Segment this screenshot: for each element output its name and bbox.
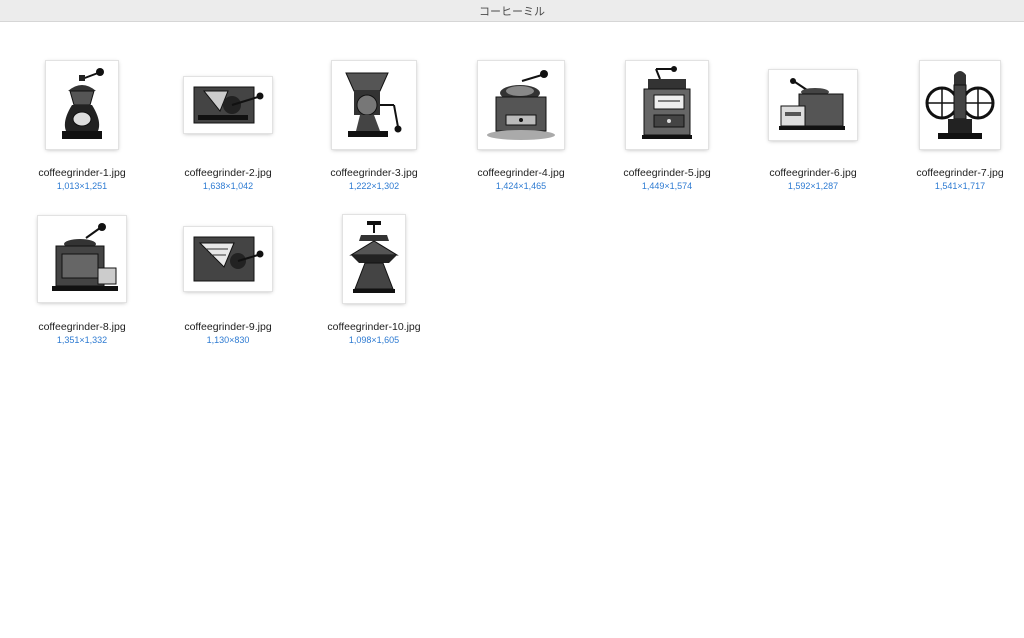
coffee-grinder-wall-icon: [193, 86, 264, 124]
file-name: coffeegrinder-2.jpg: [184, 167, 272, 179]
file-item[interactable]: coffeegrinder-7.jpg 1,541×1,717: [890, 46, 1024, 196]
file-name: coffeegrinder-4.jpg: [477, 167, 565, 179]
file-thumbnail[interactable]: [46, 61, 118, 149]
file-name: coffeegrinder-8.jpg: [38, 321, 126, 333]
file-dimensions: 1,638×1,042: [202, 181, 254, 191]
file-dimensions: 1,449×1,574: [641, 181, 693, 191]
file-name: coffeegrinder-9.jpg: [184, 321, 272, 333]
window-titlebar[interactable]: コーヒーミル: [0, 0, 1024, 22]
file-dimensions: 1,098×1,605: [348, 335, 400, 345]
file-name: coffeegrinder-7.jpg: [916, 167, 1004, 179]
coffee-grinder-box-icon: [52, 223, 118, 291]
file-dimensions: 1,130×830: [206, 335, 250, 345]
coffee-grinder-tall-icon: [62, 68, 104, 139]
file-thumbnail[interactable]: [38, 216, 126, 302]
file-name: coffeegrinder-10.jpg: [327, 321, 421, 333]
file-thumbnail[interactable]: [184, 227, 272, 291]
file-name: coffeegrinder-5.jpg: [623, 167, 711, 179]
coffee-grinder-wheel-icon: [925, 71, 995, 139]
file-thumbnail[interactable]: [769, 70, 857, 140]
coffee-grinder-drawer-icon: [779, 78, 845, 130]
coffee-grinder-cone-icon: [349, 221, 399, 293]
file-name: coffeegrinder-1.jpg: [38, 167, 126, 179]
window-title: コーヒーミル: [479, 5, 545, 18]
file-thumbnail[interactable]: [478, 61, 564, 149]
file-item[interactable]: coffeegrinder-8.jpg 1,351×1,332: [12, 200, 152, 350]
file-grid: coffeegrinder-1.jpg 1,013×1,251 coffeegr…: [0, 22, 1024, 638]
coffee-grinder-wall-icon: [193, 236, 264, 282]
file-item[interactable]: coffeegrinder-5.jpg 1,449×1,574: [597, 46, 737, 196]
file-thumbnail[interactable]: [332, 61, 416, 149]
file-name: coffeegrinder-3.jpg: [330, 167, 418, 179]
file-name: coffeegrinder-6.jpg: [769, 167, 857, 179]
coffee-grinder-cabinet-icon: [642, 66, 692, 139]
file-thumbnail[interactable]: [626, 61, 708, 149]
file-item[interactable]: coffeegrinder-9.jpg 1,130×830: [158, 200, 298, 350]
coffee-grinder-hopper-icon: [345, 72, 402, 137]
file-dimensions: 1,424×1,465: [495, 181, 547, 191]
file-thumbnail[interactable]: [343, 215, 405, 303]
file-dimensions: 1,541×1,717: [934, 181, 986, 191]
file-item[interactable]: coffeegrinder-3.jpg 1,222×1,302: [304, 46, 444, 196]
file-dimensions: 1,351×1,332: [56, 335, 108, 345]
file-dimensions: 1,222×1,302: [348, 181, 400, 191]
file-item[interactable]: coffeegrinder-2.jpg 1,638×1,042: [158, 46, 298, 196]
file-item[interactable]: coffeegrinder-1.jpg 1,013×1,251: [12, 46, 152, 196]
file-thumbnail[interactable]: [184, 77, 272, 133]
file-dimensions: 1,592×1,287: [787, 181, 839, 191]
file-item[interactable]: coffeegrinder-6.jpg 1,592×1,287: [743, 46, 883, 196]
file-item[interactable]: coffeegrinder-10.jpg 1,098×1,605: [304, 200, 444, 350]
file-thumbnail[interactable]: [920, 61, 1000, 149]
file-item[interactable]: coffeegrinder-4.jpg 1,424×1,465: [451, 46, 591, 196]
coffee-grinder-box-icon: [487, 70, 555, 140]
file-dimensions: 1,013×1,251: [56, 181, 108, 191]
